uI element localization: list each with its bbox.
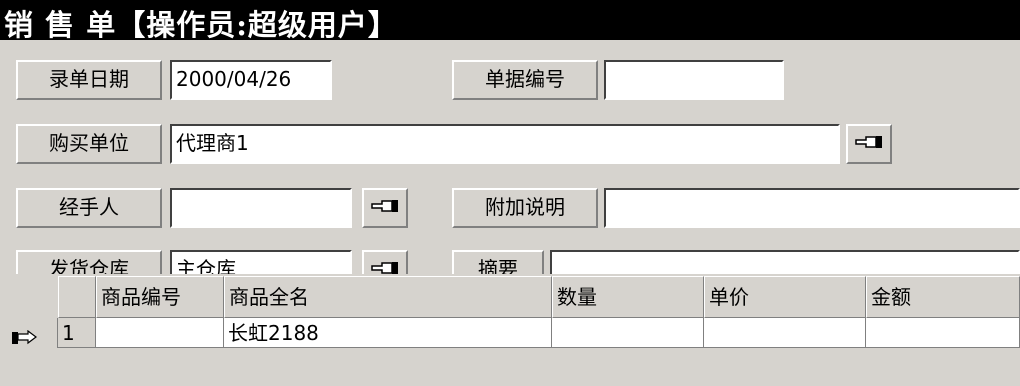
handler-lookup-button[interactable]	[362, 188, 408, 228]
title-bar: 销 售 单【操作员:超级用户】	[0, 0, 1020, 42]
extra-note-field[interactable]	[604, 188, 1020, 228]
pointing-hand-icon	[12, 326, 38, 356]
goods-grid: 商品编号 商品全名 数量 单价 金额 1 长虹2188	[0, 274, 1020, 348]
doc-number-field[interactable]	[604, 60, 784, 100]
column-header-quantity[interactable]: 数量	[552, 276, 704, 318]
column-header-goods-code[interactable]: 商品编号	[96, 276, 224, 318]
buyer-label: 购买单位	[16, 124, 162, 164]
grid-corner-cell	[58, 276, 96, 318]
buyer-lookup-button[interactable]	[846, 124, 892, 164]
pointing-hand-icon	[854, 133, 884, 155]
entry-date-label: 录单日期	[16, 60, 162, 100]
column-header-amount[interactable]: 金额	[866, 276, 1020, 318]
entry-date-field[interactable]: 2000/04/26	[170, 60, 332, 100]
column-header-goods-name[interactable]: 商品全名	[224, 276, 552, 318]
doc-number-label: 单据编号	[452, 60, 598, 100]
row-pointer	[0, 318, 58, 348]
cell-goods-code[interactable]	[96, 318, 224, 348]
handler-label: 经手人	[16, 188, 162, 228]
cell-amount[interactable]	[866, 318, 1020, 348]
pointing-hand-icon	[370, 197, 400, 219]
handler-field[interactable]	[170, 188, 352, 228]
window-title: 销 售 单【操作员:超级用户】	[4, 8, 398, 42]
cell-quantity[interactable]	[552, 318, 704, 348]
cell-goods-name[interactable]: 长虹2188	[224, 318, 552, 348]
row-index: 1	[58, 318, 96, 348]
column-header-unit-price[interactable]: 单价	[704, 276, 866, 318]
extra-note-label: 附加说明	[452, 188, 598, 228]
buyer-field[interactable]: 代理商1	[170, 124, 840, 164]
cell-unit-price[interactable]	[704, 318, 866, 348]
